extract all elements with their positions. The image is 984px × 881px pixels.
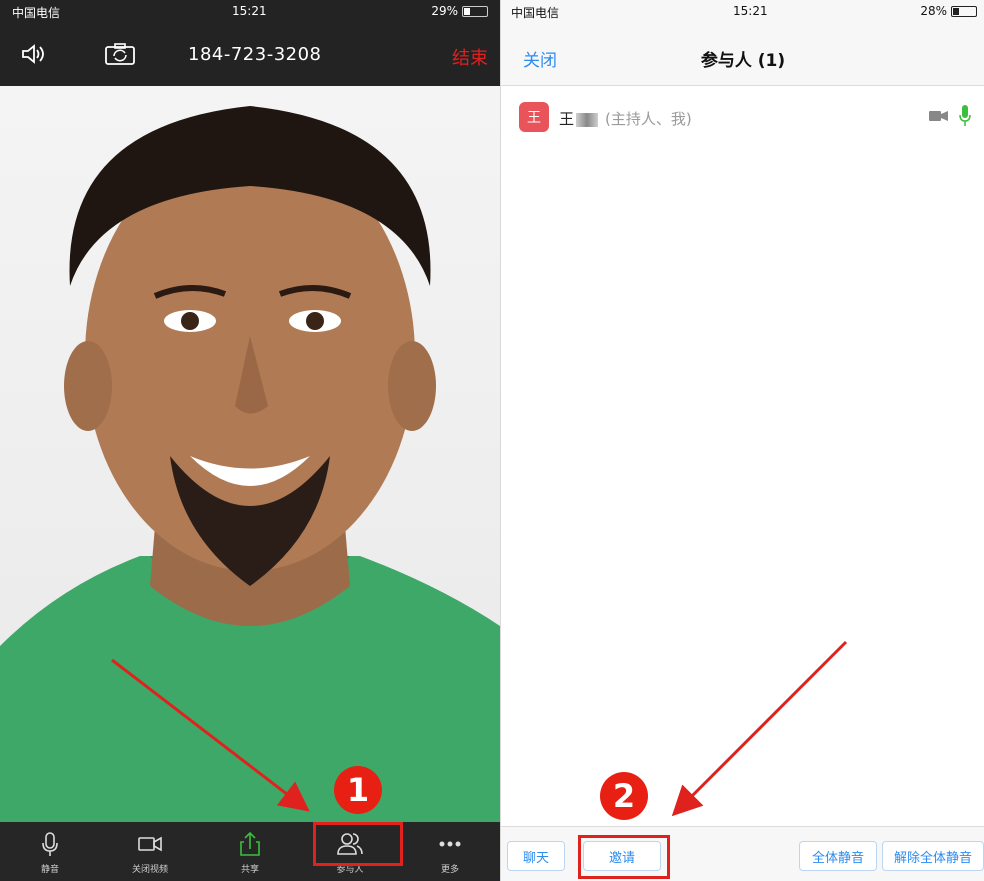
- status-bar: 中国电信 15:21 29%: [0, 0, 500, 24]
- mic-icon: [42, 832, 58, 856]
- battery-indicator: 28%: [920, 4, 977, 18]
- status-time: 15:21: [733, 4, 768, 18]
- participants-highlight-box: [313, 822, 403, 866]
- more-label: 更多: [440, 865, 459, 875]
- more-icon: [439, 841, 461, 847]
- participant-row[interactable]: 王 王 (主持人、我): [501, 96, 984, 146]
- step-badge-1: 1: [334, 766, 382, 814]
- step-badge-2: 2: [600, 772, 648, 820]
- meeting-number: 184-723-3208: [188, 44, 322, 65]
- carrier-label: 中国电信: [12, 6, 61, 20]
- meeting-header: 184-723-3208 结束: [0, 24, 500, 86]
- share-button[interactable]: 共享: [200, 822, 300, 881]
- more-button[interactable]: 更多: [400, 822, 500, 881]
- screenshot-root: 中国电信 15:21 29% 184-723-3208 结束 静音 关闭视频 共…: [0, 0, 984, 881]
- status-time: 15:21: [232, 4, 267, 18]
- participants-header: 关闭 参与人 (1): [501, 24, 984, 86]
- video-camera-icon: [138, 836, 162, 852]
- share-icon: [240, 831, 260, 856]
- end-meeting-button[interactable]: 结束: [452, 44, 488, 70]
- status-bar: 中国电信 15:21 28%: [501, 0, 984, 24]
- battery-icon: [462, 5, 488, 17]
- meeting-toolbar: 静音 关闭视频 共享 参与人 更多: [0, 822, 500, 881]
- unmute-all-button[interactable]: 解除全体静音: [882, 841, 984, 871]
- participant-name: 王: [559, 108, 599, 129]
- mute-all-button[interactable]: 全体静音: [799, 841, 877, 871]
- avatar: 王: [519, 102, 549, 132]
- carrier-label: 中国电信: [511, 6, 560, 20]
- participants-toolbar: 聊天 邀请 全体静音 解除全体静音: [501, 826, 984, 881]
- battery-icon: [951, 5, 977, 17]
- participant-role: (主持人、我): [605, 110, 692, 128]
- share-label: 共享: [240, 865, 259, 875]
- battery-percent: 29%: [431, 4, 458, 18]
- switch-camera-icon[interactable]: [104, 42, 136, 66]
- speaker-icon[interactable]: [20, 42, 46, 66]
- stop-video-button[interactable]: 关闭视频: [100, 822, 200, 881]
- video-camera-icon: [929, 111, 948, 121]
- invite-highlight-box: [578, 835, 670, 879]
- stop-video-label: 关闭视频: [131, 865, 168, 875]
- blurred-name: [576, 112, 599, 127]
- chat-button[interactable]: 聊天: [507, 841, 565, 871]
- page-title: 参与人 (1): [700, 51, 786, 71]
- mute-button[interactable]: 静音: [0, 822, 100, 881]
- video-feed: [0, 86, 500, 822]
- mute-label: 静音: [40, 865, 59, 875]
- battery-indicator: 29%: [431, 4, 488, 18]
- participant-video-image: [0, 106, 500, 822]
- battery-percent: 28%: [920, 4, 947, 18]
- mic-icon: [959, 105, 971, 126]
- participants-screen: 中国电信 15:21 28% 关闭 参与人 (1) 王 王 (主持人、我) 聊天…: [500, 0, 984, 881]
- meeting-screen: 中国电信 15:21 29% 184-723-3208 结束 静音 关闭视频 共…: [0, 0, 500, 881]
